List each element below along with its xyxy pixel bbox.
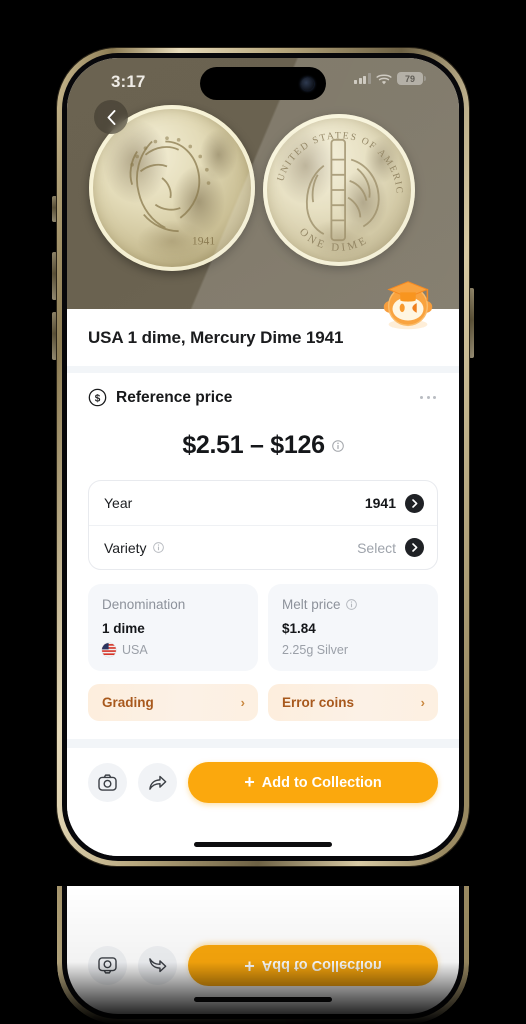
reflection-frame: + Add to Collection [57,886,469,1024]
device-reflection: + Add to Collection [57,886,469,1024]
melt-price-card[interactable]: Melt price $1.84 2.25g Silver [268,584,438,671]
share-arrow-icon [149,775,167,790]
error-coins-button[interactable]: Error coins › [268,281,438,721]
reflection-bottom-bar: + Add to Collection [88,945,438,986]
row-variety-text: Variety [104,539,147,556]
stat-cards: Denomination 1 dime USA Melt price $1.84… [67,570,459,671]
battery-indicator: 79 [397,72,426,85]
denomination-heading-text: Denomination [102,597,186,612]
chevron-right-icon[interactable] [405,538,424,557]
info-circle-icon[interactable] [345,599,357,610]
coin-reverse-image[interactable]: UNITED STATES OF AMERICA ONE DIME [263,114,415,266]
plus-icon: + [244,956,255,976]
info-circle-icon[interactable] [331,439,344,452]
reflection-screen: + Add to Collection [67,886,459,1014]
section-divider [67,366,459,373]
price-range-row: $2.51 – $126 [67,413,459,480]
chevron-right-icon: › [420,695,425,710]
melt-price-heading-text: Melt price [282,597,341,612]
price-range-value: $2.51 – $126 [182,431,325,459]
grading-button[interactable]: Grading › [88,684,258,721]
attribute-list: Year 1941 Variety Select [88,480,438,570]
camera-icon [98,774,117,791]
camera-button[interactable] [88,763,127,802]
melt-price-sub: 2.25g Silver [282,643,349,657]
reflection-cta-label: Add to Collection [261,957,382,974]
chevron-right-icon[interactable] [405,493,424,513]
status-indicators: 79 [354,72,426,85]
row-year-value: 1941 [364,495,396,511]
reflection-content: + Add to Collection [67,945,459,1014]
coin-photo-hero[interactable]: 1941 UNITED STATES OF AMERIC ONE DIME 3:… [67,58,459,309]
denomination-country: USA [102,643,244,657]
wifi-icon [376,73,392,84]
reflection-home-indicator [194,997,332,1002]
row-year-label: Year [104,495,133,511]
reference-price-header: $ Reference price [67,373,459,413]
camera-icon [98,957,117,974]
grading-label: Grading [102,695,154,710]
phone-device: 1941 UNITED STATES OF AMERIC ONE DIME 3:… [57,48,469,866]
cellular-bars-icon [354,73,371,84]
bottom-action-bar: + Add to Collection [67,748,459,803]
svg-text:UNITED STATES OF AMERICA: UNITED STATES OF AMERICA [263,114,405,195]
denomination-card[interactable]: Denomination 1 dime USA [88,584,258,671]
info-circle-icon[interactable] [152,542,164,553]
usa-flag-icon [102,643,116,657]
error-coins-label: Error coins [282,695,355,710]
add-to-collection-button[interactable]: + Add to Collection [188,762,438,803]
melt-price-heading: Melt price [282,597,424,612]
chevron-left-icon [107,109,115,125]
row-variety[interactable]: Variety Select [89,525,437,569]
row-variety-label: Variety [104,540,357,556]
add-to-collection-label: Add to Collection [261,774,382,791]
reflection-camera-button [88,946,127,985]
chevron-right-icon: › [240,695,245,710]
reflection-bezel: + Add to Collection [62,886,464,1019]
home-indicator[interactable] [194,842,332,847]
status-time: 3:17 [111,72,146,91]
graduate-mascot-icon[interactable] [377,274,439,336]
denomination-value: 1 dime [102,621,145,636]
row-variety-value: Select [357,539,396,556]
power-button[interactable] [469,288,474,358]
phone-screen: 1941 UNITED STATES OF AMERIC ONE DIME 3:… [67,58,459,856]
share-button[interactable] [138,763,177,802]
row-year[interactable]: Year 1941 [89,481,437,525]
phone-bezel: 1941 UNITED STATES OF AMERIC ONE DIME 3:… [62,53,464,861]
fasces-engraving: UNITED STATES OF AMERICA ONE DIME [263,114,405,254]
svg-text:$: $ [95,393,101,404]
reflection-share-button [138,946,177,985]
dollar-circle-icon: $ [88,388,107,407]
share-arrow-icon [149,958,167,973]
denomination-heading: Denomination [102,597,244,612]
reference-price-title: Reference price [116,388,233,406]
bottom-divider [67,739,459,748]
reflection-cta: + Add to Collection [188,945,438,986]
melt-price-value: $1.84 [282,621,316,636]
dynamic-island [200,67,326,100]
denomination-country-text: USA [122,643,148,657]
detail-content: USA 1 dime, Mercury Dime 1941 $ Referenc… [67,281,459,856]
ellipsis-icon[interactable] [418,392,438,403]
front-camera-icon [301,77,314,90]
screenshot-stage: 1941 UNITED STATES OF AMERIC ONE DIME 3:… [0,0,526,1024]
status-bar: 3:17 79 [67,58,459,106]
plus-icon: + [244,772,255,792]
link-buttons: Grading › Error coins › [67,281,459,721]
svg-text:1941: 1941 [192,234,215,247]
